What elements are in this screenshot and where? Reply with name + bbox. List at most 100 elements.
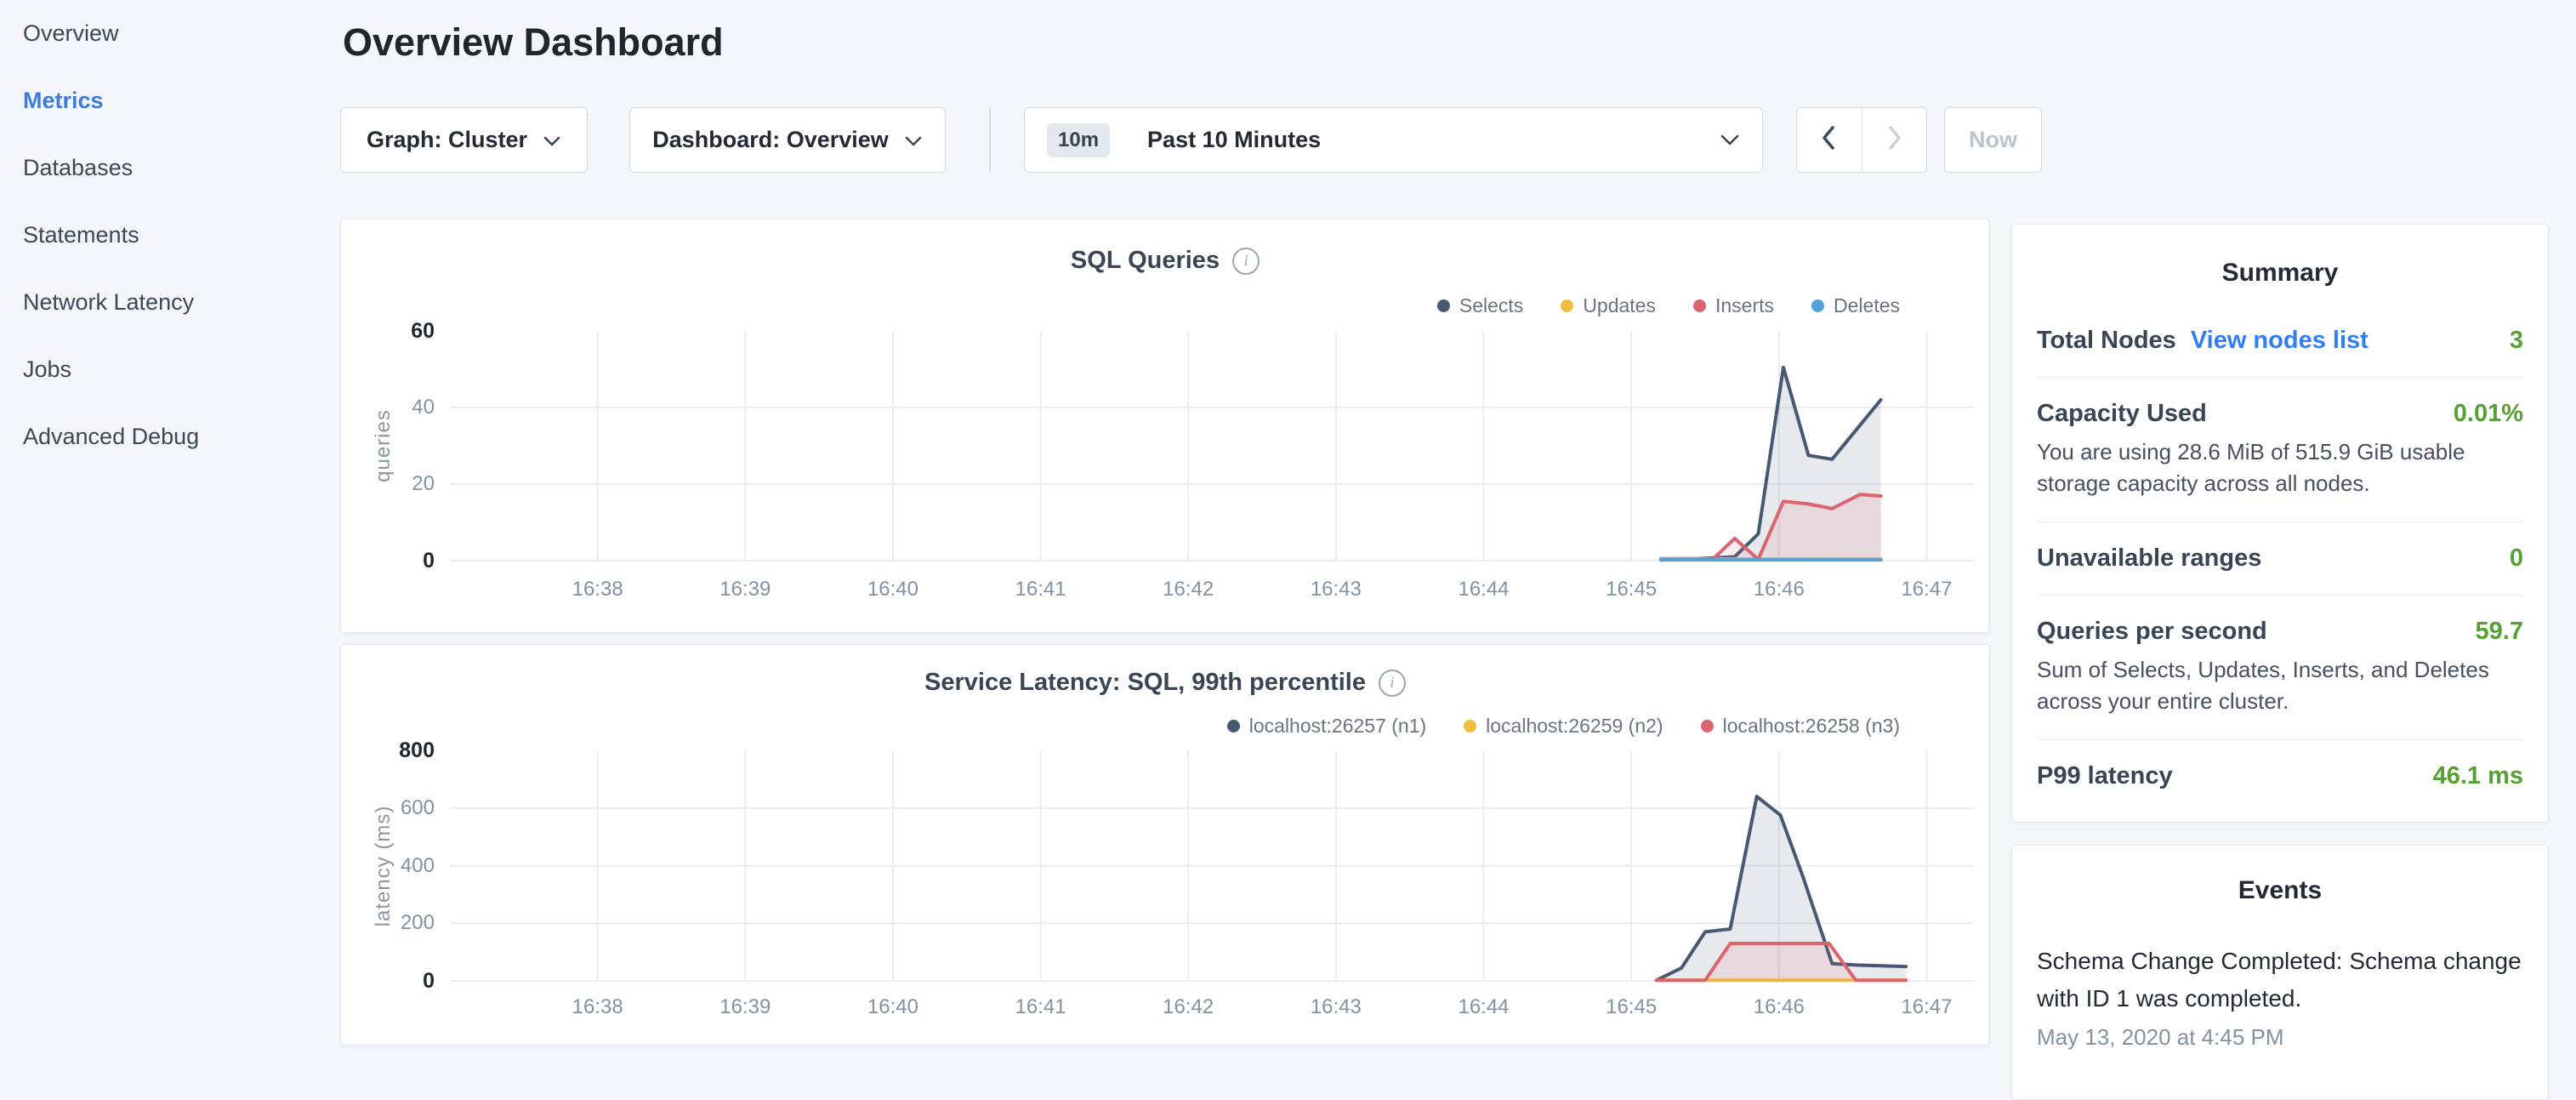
x-axis-tick-label: 16:44 bbox=[1458, 995, 1509, 1019]
x-axis-tick-label: 16:42 bbox=[1163, 578, 1214, 601]
summary-row-label: Total Nodes bbox=[2037, 327, 2176, 354]
legend-label: localhost:26257 (n1) bbox=[1249, 715, 1426, 738]
info-icon[interactable]: i bbox=[1232, 248, 1260, 275]
now-button[interactable]: Now bbox=[1944, 107, 2042, 173]
chevron-right-icon bbox=[1882, 123, 1906, 157]
info-icon[interactable]: i bbox=[1379, 670, 1406, 697]
chart-title: SQL Queries bbox=[1071, 247, 1220, 275]
legend-item-localhost-26258-n3[interactable]: localhost:26258 (n3) bbox=[1701, 715, 1900, 738]
sidebar-item-jobs[interactable]: Jobs bbox=[0, 336, 340, 403]
x-axis-tick-label: 16:45 bbox=[1606, 995, 1657, 1019]
graph-scope-dropdown[interactable]: Graph: Cluster bbox=[340, 107, 588, 173]
legend-dot-icon bbox=[1464, 720, 1476, 732]
y-axis-tick-label: 60 bbox=[356, 320, 435, 342]
legend-item-selects[interactable]: Selects bbox=[1437, 294, 1523, 317]
sidebar: OverviewMetricsDatabasesStatementsNetwor… bbox=[0, 0, 340, 470]
x-axis-tick-label: 16:39 bbox=[719, 578, 771, 601]
chart-legend: Selects Updates Inserts Deletes bbox=[1437, 294, 1900, 317]
chevron-down-icon bbox=[904, 127, 923, 153]
dashboard-label: Dashboard: Overview bbox=[652, 127, 889, 153]
x-axis-tick-label: 16:45 bbox=[1606, 578, 1657, 601]
time-range-dropdown[interactable]: 10m Past 10 Minutes bbox=[1024, 107, 1763, 173]
y-axis-tick-label: 40 bbox=[356, 396, 435, 419]
x-axis-tick-label: 16:42 bbox=[1163, 995, 1214, 1019]
summary-row-value: 0 bbox=[2510, 544, 2523, 573]
event-timestamp: May 13, 2020 at 4:45 PM bbox=[2037, 1024, 2523, 1051]
x-axis-tick-label: 16:41 bbox=[1015, 578, 1066, 601]
sidebar-item-advanced-debug[interactable]: Advanced Debug bbox=[0, 403, 340, 470]
summary-row-label: Queries per second bbox=[2037, 618, 2267, 645]
sql-queries-chart-card: SQL Queries i Selects Updates Inserts Delet… bbox=[340, 219, 1990, 633]
dashboard-dropdown[interactable]: Dashboard: Overview bbox=[629, 107, 946, 173]
sidebar-item-metrics[interactable]: Metrics bbox=[0, 67, 340, 134]
legend-item-localhost-26257-n1[interactable]: localhost:26257 (n1) bbox=[1227, 715, 1426, 738]
y-axis-tick-label: 20 bbox=[356, 473, 435, 495]
chart-plot-area bbox=[450, 331, 1974, 561]
legend-label: Deletes bbox=[1834, 294, 1900, 317]
summary-row-label: Unavailable ranges bbox=[2037, 544, 2261, 572]
summary-row-description: You are using 28.6 MiB of 515.9 GiB usab… bbox=[2037, 436, 2523, 499]
summary-row-left: Unavailable ranges bbox=[2037, 544, 2261, 573]
legend-item-deletes[interactable]: Deletes bbox=[1811, 294, 1900, 317]
y-axis-tick-label: 800 bbox=[356, 739, 435, 761]
y-axis-title: queries bbox=[372, 409, 395, 482]
toolbar-divider bbox=[989, 107, 991, 173]
summary-title: Summary bbox=[2012, 259, 2548, 288]
summary-row-header: P99 latency 46.1 ms bbox=[2037, 762, 2523, 790]
summary-row-p99-latency: P99 latency 46.1 ms bbox=[2037, 739, 2523, 812]
legend-label: Inserts bbox=[1715, 294, 1774, 317]
service-latency-chart-card: Service Latency: SQL, 99th percentile i … bbox=[340, 644, 1990, 1046]
legend-item-inserts[interactable]: Inserts bbox=[1693, 294, 1774, 317]
chart-title: Service Latency: SQL, 99th percentile bbox=[924, 669, 1366, 697]
legend-label: Selects bbox=[1459, 294, 1523, 317]
now-button-label: Now bbox=[1969, 127, 2017, 153]
summary-row-value: 0.01% bbox=[2454, 400, 2523, 428]
y-axis-tick-label: 600 bbox=[356, 797, 435, 819]
x-axis-tick-label: 16:39 bbox=[719, 995, 771, 1019]
time-range-badge: 10m bbox=[1047, 123, 1110, 157]
summary-row-header: Capacity Used 0.01% bbox=[2037, 400, 2523, 428]
legend-item-updates[interactable]: Updates bbox=[1561, 294, 1656, 317]
legend-dot-icon bbox=[1561, 299, 1573, 312]
events-title: Events bbox=[2012, 876, 2548, 905]
legend-label: localhost:26259 (n2) bbox=[1486, 715, 1663, 738]
sidebar-item-databases[interactable]: Databases bbox=[0, 134, 340, 202]
legend-dot-icon bbox=[1811, 299, 1824, 312]
event-text: Schema Change Completed: Schema change w… bbox=[2037, 943, 2523, 1017]
graph-scope-label: Graph: Cluster bbox=[367, 127, 527, 153]
chart-plot-area bbox=[450, 750, 1974, 981]
summary-row-left: Capacity Used bbox=[2037, 400, 2207, 428]
next-time-button[interactable] bbox=[1862, 108, 1927, 172]
summary-row-label: P99 latency bbox=[2037, 762, 2173, 789]
prev-time-button[interactable] bbox=[1797, 108, 1862, 172]
time-range-label: Past 10 Minutes bbox=[1147, 127, 1321, 153]
summary-row-label: Capacity Used bbox=[2037, 400, 2207, 427]
legend-dot-icon bbox=[1693, 299, 1706, 312]
summary-row-left: Queries per second bbox=[2037, 618, 2267, 646]
y-axis-title: latency (ms) bbox=[372, 805, 395, 926]
summary-row-header: Total NodesView nodes list3 bbox=[2037, 327, 2523, 355]
events-panel: Events Schema Change Completed: Schema c… bbox=[2011, 845, 2549, 1100]
summary-row-header: Queries per second59.7 bbox=[2037, 618, 2523, 646]
sidebar-item-network-latency[interactable]: Network Latency bbox=[0, 269, 340, 336]
summary-row-header: Unavailable ranges 0 bbox=[2037, 544, 2523, 573]
summary-row-description: Sum of Selects, Updates, Inserts, and De… bbox=[2037, 654, 2523, 717]
y-axis-tick-label: 400 bbox=[356, 855, 435, 877]
sidebar-item-overview[interactable]: Overview bbox=[0, 0, 340, 67]
legend-item-localhost-26259-n2[interactable]: localhost:26259 (n2) bbox=[1464, 715, 1663, 738]
x-axis-tick-label: 16:43 bbox=[1311, 995, 1362, 1019]
chevron-down-icon bbox=[543, 127, 561, 153]
x-axis-tick-label: 16:38 bbox=[572, 578, 623, 601]
event-item[interactable]: Schema Change Completed: Schema change w… bbox=[2037, 943, 2523, 1051]
summary-row-capacity-used: Capacity Used 0.01% You are using 28.6 MiB… bbox=[2037, 377, 2523, 522]
x-axis-tick-label: 16:38 bbox=[572, 995, 623, 1019]
x-axis-tick-label: 16:41 bbox=[1015, 995, 1066, 1019]
summary-row-value: 46.1 ms bbox=[2433, 762, 2523, 790]
view-nodes-list-link[interactable]: View nodes list bbox=[2191, 327, 2368, 354]
summary-row-left: Total Nodes View nodes list bbox=[2037, 327, 2368, 355]
x-axis-tick-label: 16:40 bbox=[867, 995, 918, 1019]
page-title: Overview Dashboard bbox=[343, 20, 724, 65]
chevron-left-icon bbox=[1817, 123, 1841, 157]
x-axis-tick-label: 16:46 bbox=[1754, 995, 1805, 1019]
sidebar-item-statements[interactable]: Statements bbox=[0, 202, 340, 269]
